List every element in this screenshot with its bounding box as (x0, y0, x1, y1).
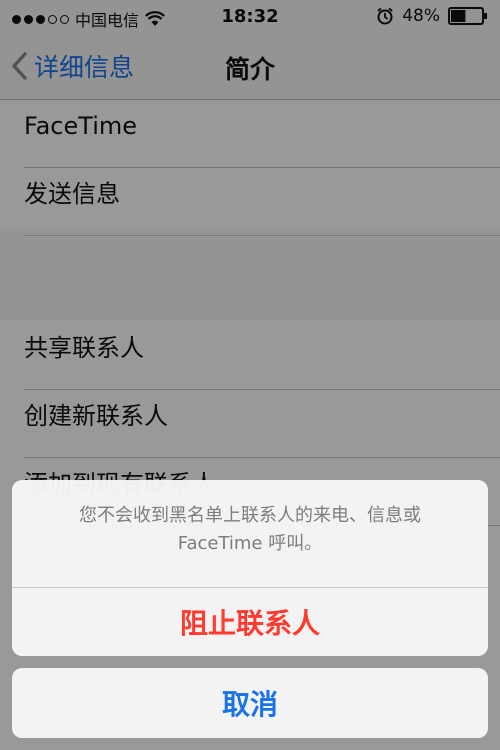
cancel-sheet: 取消 (12, 668, 488, 738)
message-line: FaceTime 呼叫。 (177, 533, 323, 554)
cancel-button[interactable]: 取消 (12, 668, 488, 738)
action-sheet: 您不会收到黑名单上联系人的来电、信息或 FaceTime 呼叫。 阻止联系人 (12, 480, 488, 656)
message-line: 您不会收到黑名单上联系人的来电、信息或 (79, 505, 421, 526)
block-contact-button[interactable]: 阻止联系人 (12, 588, 488, 656)
action-sheet-message: 您不会收到黑名单上联系人的来电、信息或 FaceTime 呼叫。 (12, 480, 488, 588)
